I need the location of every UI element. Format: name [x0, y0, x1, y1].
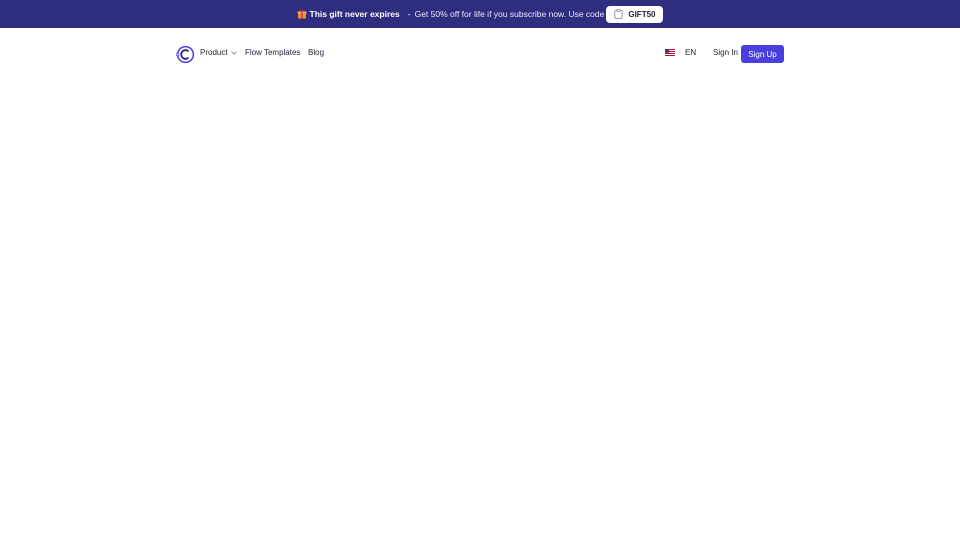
nav-item-product-label: Product	[200, 48, 228, 57]
sign-in-link[interactable]: Sign In	[713, 48, 738, 57]
nav-item-product[interactable]: Product	[200, 48, 237, 57]
promo-headline: This gift never expires	[309, 9, 400, 19]
us-flag-icon	[665, 49, 675, 56]
gift-icon	[297, 10, 306, 19]
language-label: EN	[685, 48, 697, 57]
top-navigation: Product Flow Templates Blog EN Sign In S…	[0, 28, 960, 80]
promo-separator: -	[407, 9, 411, 19]
nav-item-flow-templates-label: Flow Templates	[245, 48, 301, 57]
promo-code: GIFT50	[628, 9, 656, 19]
sign-up-button[interactable]: Sign Up	[741, 45, 784, 63]
chevron-down-icon	[230, 50, 237, 55]
main-content-area	[0, 80, 960, 540]
promo-banner: This gift never expires - Get 50% off fo…	[0, 0, 960, 28]
promo-code-copy-button[interactable]: GIFT50	[606, 5, 664, 23]
nav-item-blog-label: Blog	[308, 48, 325, 57]
language-selector[interactable]: EN	[665, 48, 696, 57]
clipboard-icon	[614, 9, 624, 19]
nav-item-blog[interactable]: Blog	[308, 48, 324, 57]
promo-text: Get 50% off for life if you subscribe no…	[414, 9, 605, 19]
nav-item-flow-templates[interactable]: Flow Templates	[245, 48, 300, 57]
brand-logo-icon[interactable]	[176, 45, 195, 64]
